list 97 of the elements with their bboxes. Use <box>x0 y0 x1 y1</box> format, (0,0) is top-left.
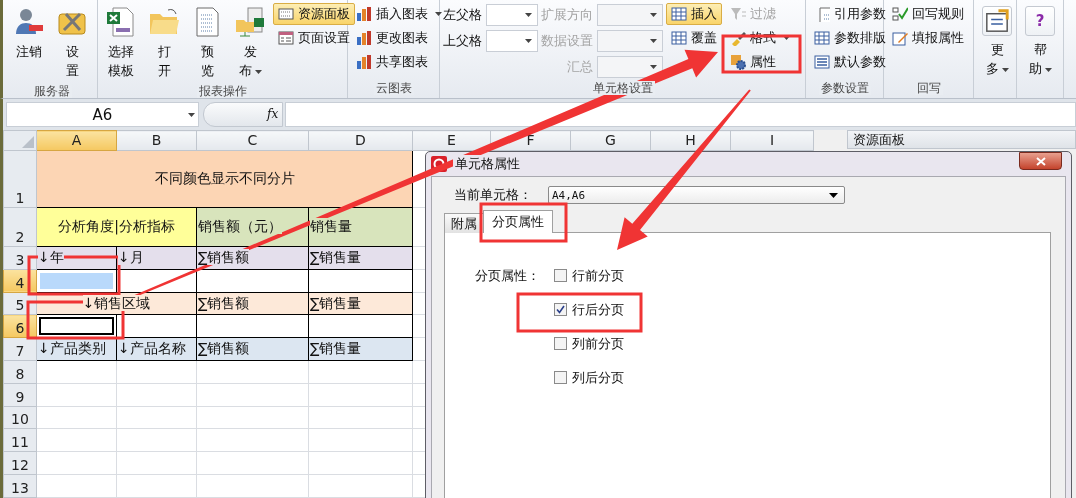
bar-chart-icon <box>356 6 372 22</box>
field-label: 分页属性： <box>475 268 540 285</box>
brush-icon <box>730 30 746 46</box>
ribbon-button[interactable]: 注销 <box>9 3 49 64</box>
list-icon <box>814 54 830 70</box>
table-cell[interactable]: ∑销售量 <box>308 292 413 315</box>
table-cell[interactable]: ∑销售额 <box>196 292 309 315</box>
row-header[interactable]: 8 <box>3 360 37 384</box>
row-header[interactable]: 2 <box>3 207 37 247</box>
column-header[interactable]: C <box>196 130 309 151</box>
row-header[interactable]: 11 <box>3 428 37 452</box>
dropdown-field[interactable] <box>486 4 538 26</box>
combo-label: 上父格 <box>443 32 482 50</box>
dropdown-field[interactable] <box>486 30 538 52</box>
close-icon <box>1035 156 1046 166</box>
group-label: 云图表 <box>373 81 414 95</box>
combo-label: 数据设置 <box>541 32 593 50</box>
caret-icon <box>525 13 532 17</box>
grid-icon <box>671 30 687 46</box>
checkbox[interactable] <box>554 371 567 384</box>
caret-icon <box>525 39 532 43</box>
dropdown-field[interactable] <box>597 4 663 26</box>
checkbox[interactable] <box>554 269 567 282</box>
checkbox[interactable] <box>554 303 567 316</box>
column-header[interactable]: B <box>116 130 197 151</box>
caret-icon <box>650 13 657 17</box>
table-cell[interactable]: 销售量 <box>308 207 413 247</box>
caret-icon <box>829 192 838 198</box>
group-label: 报表操作 <box>196 84 249 98</box>
ribbon-button[interactable]: 选择 模板 <box>101 3 141 83</box>
ribbon-button[interactable]: 发 布 <box>230 3 270 83</box>
bar-chart-icon <box>356 30 372 46</box>
ribbon-button[interactable]: ? 帮 助 <box>1020 3 1060 81</box>
formula-input[interactable] <box>285 102 1076 127</box>
row-header[interactable]: 13 <box>3 474 37 498</box>
dropdown-field[interactable] <box>597 56 663 78</box>
caret-icon <box>188 113 195 117</box>
panel-title: 资源面板 <box>853 132 905 147</box>
table-cell[interactable] <box>196 269 309 293</box>
dropdown-field[interactable] <box>597 30 663 52</box>
table-cell[interactable] <box>196 315 309 338</box>
grid-icon <box>814 30 830 46</box>
combo-label: 汇总 <box>567 58 593 76</box>
name-box[interactable]: A6 <box>6 102 199 127</box>
row-header[interactable]: 9 <box>3 383 37 407</box>
ribbon-button[interactable]: 默认参数 <box>809 51 891 73</box>
ribbon-button[interactable]: 更 多 <box>977 3 1017 81</box>
row-header[interactable]: 10 <box>3 406 37 429</box>
table-cell[interactable]: 分析角度|分析指标 <box>36 207 197 247</box>
column-header[interactable]: G <box>570 130 651 151</box>
folder-server-icon <box>234 6 266 38</box>
panel-icon <box>278 6 294 22</box>
checkbox-option[interactable]: 列后分页 <box>554 370 624 385</box>
column-header[interactable]: A <box>36 130 117 151</box>
window-title: 单元格属性 <box>453 155 522 173</box>
row-header[interactable]: 12 <box>3 451 37 475</box>
field-label: 当前单元格： <box>454 186 532 204</box>
cell-dropdown[interactable]: A4,A6 <box>548 186 845 204</box>
checkmark-icon <box>892 6 908 22</box>
function-button[interactable]: fx <box>267 102 285 127</box>
column-header[interactable]: E <box>412 130 491 151</box>
checkbox-option[interactable]: 行后分页 <box>554 302 624 317</box>
group-label: 服务器 <box>31 84 72 98</box>
combo-label: 左父格 <box>443 6 482 24</box>
splitter-handle[interactable] <box>203 102 283 127</box>
spreadsheet-icon <box>105 6 137 38</box>
checkbox-option[interactable]: 列前分页 <box>554 336 624 351</box>
grid-icon <box>671 6 687 22</box>
column-header[interactable]: I <box>730 130 814 151</box>
pencil-icon <box>892 30 908 46</box>
ribbon-button[interactable]: 打 开 <box>144 3 184 83</box>
ribbon-button[interactable]: 插入 <box>666 3 722 25</box>
close-button[interactable] <box>1019 152 1062 170</box>
caret-icon <box>650 39 657 43</box>
ribbon-button[interactable]: 设 置 <box>52 3 92 83</box>
tab[interactable]: 分页属性 <box>483 210 553 233</box>
combo-label: 扩展方向 <box>541 6 593 24</box>
table-cell[interactable]: 不同颜色显示不同分片 <box>36 150 413 208</box>
table-cell[interactable]: ∑销售额 <box>196 337 309 361</box>
ribbon-button[interactable]: 属性 <box>725 51 795 73</box>
funnel-icon <box>730 6 746 22</box>
ribbon-button[interactable]: 资源面板 <box>273 3 355 25</box>
select-all-icon <box>22 135 34 148</box>
caret-icon <box>650 65 657 69</box>
ribbon-button[interactable]: 预 览 <box>187 3 227 83</box>
group-label: 单元格设置 <box>590 81 655 95</box>
ribbon-button[interactable]: 共享图表 <box>351 51 447 73</box>
ribbon-button[interactable]: 页面设置 <box>273 27 355 49</box>
gear-icon <box>730 54 746 70</box>
column-header[interactable]: D <box>308 130 413 151</box>
checkbox[interactable] <box>554 337 567 350</box>
page-layout-icon <box>278 30 294 46</box>
ribbon-button[interactable]: 覆盖 <box>666 27 722 49</box>
bar-chart-icon <box>356 54 372 70</box>
checkbox-option[interactable]: 行前分页 <box>554 268 624 283</box>
row-header[interactable]: 1 <box>3 150 37 208</box>
group-label: 参数设置 <box>818 81 871 95</box>
